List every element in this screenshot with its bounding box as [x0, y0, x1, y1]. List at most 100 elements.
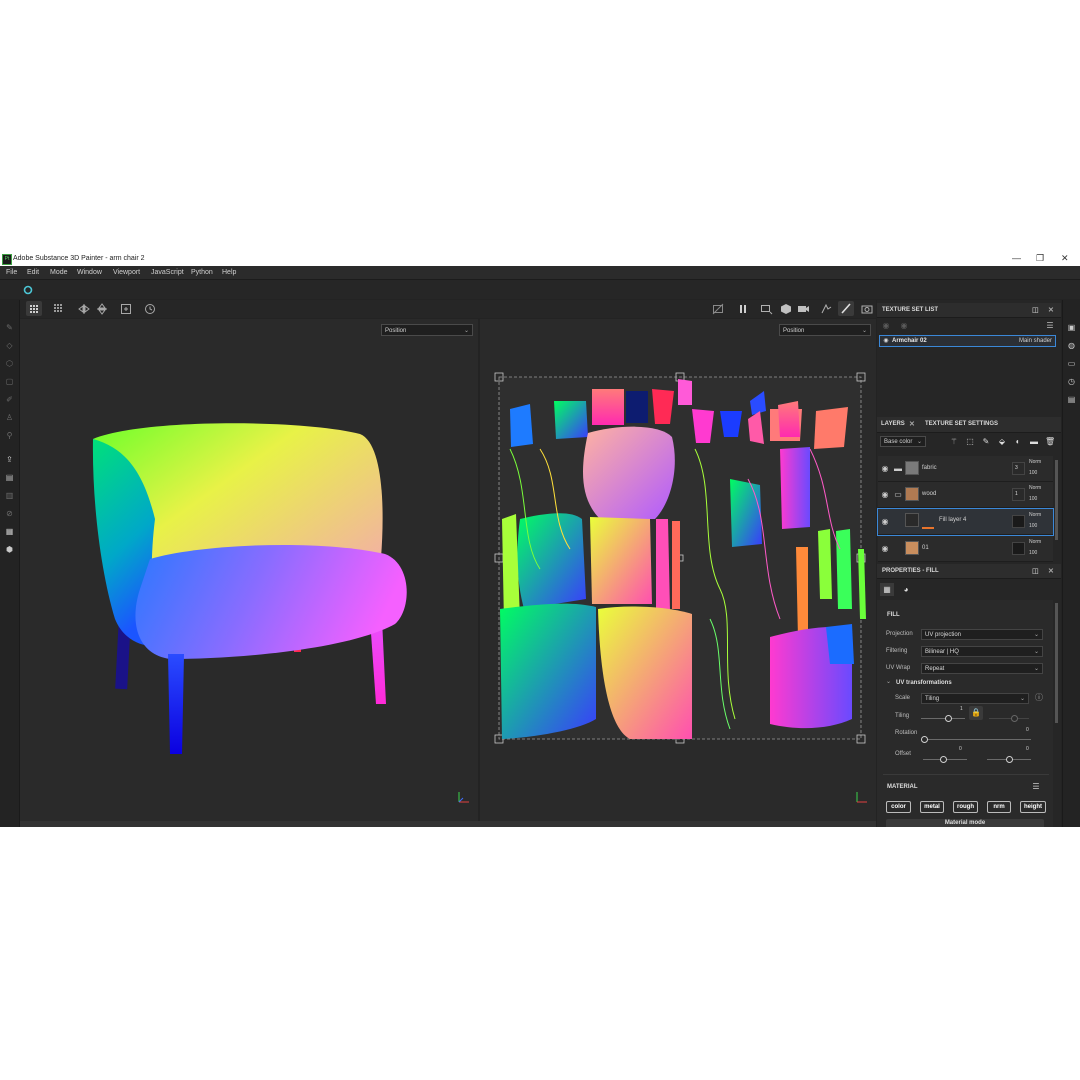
symmetry-icon[interactable] [78, 303, 90, 315]
screenshot-icon[interactable] [861, 303, 873, 315]
menu-list-icon[interactable]: ☰ [1045, 321, 1055, 331]
menu-help[interactable]: Help [222, 269, 236, 276]
rotation-value[interactable]: 0 [1026, 727, 1029, 733]
filtering-dropdown[interactable]: Bilinear | HQ ⌄ [921, 646, 1043, 657]
layer-blend-mode[interactable]: Norm [1029, 485, 1041, 491]
info-icon[interactable]: ⓘ [1034, 693, 1044, 703]
history-icon[interactable] [144, 303, 156, 315]
log-icon[interactable]: ▤ [1067, 395, 1076, 404]
menu-viewport[interactable]: Viewport [113, 269, 140, 276]
display-settings-icon[interactable]: ▣ [1067, 323, 1076, 332]
rotation-slider-handle[interactable] [921, 736, 928, 743]
tiling-slider-u[interactable] [921, 718, 965, 719]
shelf-icon[interactable]: ▭ [1067, 359, 1076, 368]
layer-mask-thumb[interactable]: 3 [1012, 462, 1025, 475]
add-mask-icon[interactable]: ◐ [1013, 437, 1023, 447]
menu-window[interactable]: Window [77, 269, 102, 276]
grid-view-button[interactable] [26, 301, 42, 316]
eye-icon[interactable]: ◉ [880, 490, 890, 500]
tab-texture-set-settings[interactable]: TEXTURE SET SETTINGS [925, 421, 998, 427]
add-folder-icon[interactable]: ▬ [1029, 437, 1039, 447]
channel-toggle-metal[interactable]: metal [920, 801, 944, 813]
document-icon[interactable]: ▦ [5, 527, 14, 536]
tiling-slider-v-handle[interactable] [1011, 715, 1018, 722]
eye-icon[interactable]: ◉ [880, 544, 890, 554]
tab-layers[interactable]: LAYERS [881, 421, 905, 427]
add-effect-icon[interactable]: ⬚ [965, 437, 975, 447]
pause-icon[interactable] [737, 303, 749, 315]
tab-fill-properties[interactable]: ▦ [880, 583, 894, 596]
layer-blend-mode[interactable]: Norm [1029, 539, 1041, 545]
menu-javascript[interactable]: JavaScript [151, 269, 184, 276]
camera-icon[interactable] [797, 303, 811, 315]
menu-file[interactable]: File [6, 269, 17, 276]
projection-tool-icon[interactable]: ⬡ [5, 359, 14, 368]
viewport-3d[interactable]: Position ⌄ [20, 319, 478, 821]
channel-toggle-color[interactable]: color [886, 801, 911, 813]
hide-ui-icon[interactable] [712, 303, 724, 315]
close-button[interactable]: ✕ [1061, 253, 1069, 264]
close-panel-icon[interactable]: ✕ [1048, 567, 1054, 575]
picker-tool-icon[interactable]: ⚲ [5, 431, 14, 440]
bake-icon[interactable]: ▥ [5, 491, 14, 500]
clone-tool-icon[interactable]: ♙ [5, 413, 14, 422]
layer-row-selected[interactable]: ◉ Fill layer 4 Norm 100 [877, 508, 1054, 536]
environment-icon[interactable]: ◍ [1067, 341, 1076, 350]
properties-scrollbar[interactable] [1055, 603, 1058, 723]
undock-icon[interactable]: ◫ [1032, 567, 1039, 575]
eraser-tool-icon[interactable]: ◇ [5, 341, 14, 350]
display-settings-icon[interactable] [760, 303, 774, 315]
assets-icon[interactable]: ▤ [5, 473, 14, 482]
eye-icon[interactable]: ◉ [899, 321, 909, 331]
fit-view-icon[interactable] [120, 303, 132, 315]
geometry-fill-icon[interactable]: ▢ [5, 377, 14, 386]
close-panel-icon[interactable]: ✕ [1048, 306, 1054, 314]
delete-layer-icon[interactable]: 🗑 [1045, 437, 1055, 447]
paint-mode-button[interactable] [838, 301, 854, 316]
tiling-lock-button[interactable]: 🔒 [969, 706, 983, 720]
offset-u-value[interactable]: 0 [959, 746, 962, 752]
preset-icon[interactable]: ⊘ [5, 509, 14, 518]
layer-blend-mode[interactable]: Norm [1029, 459, 1041, 465]
add-fill-layer-icon[interactable]: ⬙ [997, 437, 1007, 447]
menu-python[interactable]: Python [191, 269, 213, 276]
layer-opacity[interactable]: 100 [1029, 496, 1037, 502]
undock-icon[interactable]: ◫ [1032, 306, 1039, 314]
viewport-2d[interactable]: Position ⌄ [480, 319, 876, 821]
eye-icon[interactable]: ◉ [880, 517, 890, 527]
projection-dropdown[interactable]: UV projection ⌄ [921, 629, 1043, 640]
material-settings-icon[interactable]: ☰ [1031, 782, 1041, 792]
menu-mode[interactable]: Mode [50, 269, 68, 276]
refresh-icon[interactable] [23, 285, 33, 295]
texture-set-item[interactable]: ◉ Armchair 02 Main shader [879, 335, 1056, 347]
layer-mask-thumb[interactable] [1012, 515, 1025, 528]
layer-row[interactable]: ◉ 01 Norm 100 [878, 536, 1053, 562]
symmetry-vertical-icon[interactable] [96, 303, 108, 315]
material-mode-button[interactable]: Material mode [886, 819, 1044, 827]
paint-tool-icon[interactable]: ✎ [5, 323, 14, 332]
add-paint-layer-icon[interactable]: ✎ [981, 437, 991, 447]
tiling-value[interactable]: 1 [960, 706, 963, 712]
layer-opacity[interactable]: 100 [1029, 470, 1037, 476]
close-tab-icon[interactable]: ✕ [909, 420, 915, 428]
uvwrap-dropdown[interactable]: Repeat ⌄ [921, 663, 1043, 674]
lighting-icon[interactable] [820, 303, 834, 315]
offset-v-value[interactable]: 0 [1026, 746, 1029, 752]
menu-edit[interactable]: Edit [27, 269, 39, 276]
collapse-chevron-icon[interactable]: ⌄ [886, 678, 891, 685]
offset-slider-u-handle[interactable] [940, 756, 947, 763]
layer-row[interactable]: ◉ ▭ wood 1 Norm 100 [878, 482, 1053, 508]
eye-icon[interactable]: ◉ [881, 321, 891, 331]
uv-transformations-title[interactable]: UV transformations [896, 680, 952, 686]
maximize-button[interactable]: ❐ [1036, 253, 1044, 264]
layer-opacity[interactable]: 100 [1029, 523, 1037, 529]
tiling-slider-v[interactable] [989, 718, 1029, 719]
layer-opacity[interactable]: 100 [1029, 550, 1037, 556]
minimize-button[interactable]: — [1012, 253, 1021, 263]
eye-icon[interactable]: ◉ [881, 337, 891, 347]
channel-toggle-rough[interactable]: rough [953, 801, 978, 813]
grid-options-icon[interactable] [53, 303, 65, 315]
history-icon[interactable]: ◷ [1067, 377, 1076, 386]
eye-icon[interactable]: ◉ [880, 464, 890, 474]
channel-toggle-nrm[interactable]: nrm [987, 801, 1011, 813]
